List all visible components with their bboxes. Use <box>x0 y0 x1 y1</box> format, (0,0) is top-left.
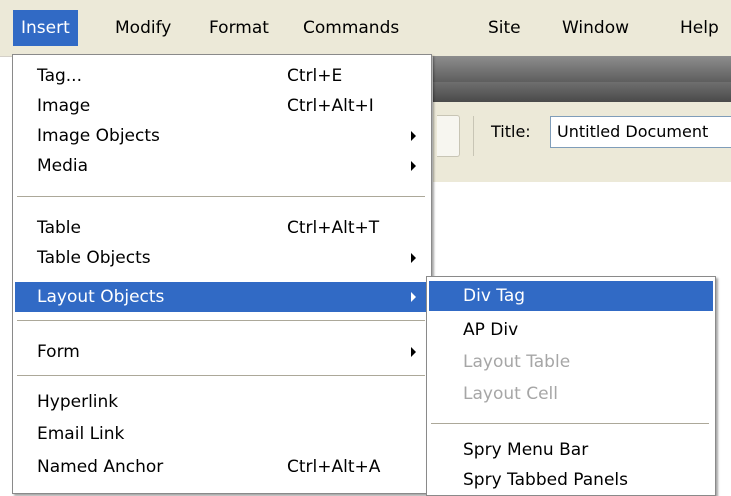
menu-item-shortcut: Ctrl+E <box>287 66 343 86</box>
menu-item-shortcut: Ctrl+Alt+I <box>287 96 374 116</box>
toolbar-view-button[interactable] <box>437 115 460 157</box>
document-area[interactable] <box>433 182 731 277</box>
submenu-item-layout-cell: Layout Cell <box>429 379 713 409</box>
submenu-item-label: Spry Menu Bar <box>463 440 589 460</box>
submenu-arrow-icon <box>411 253 416 263</box>
title-label: Title: <box>491 122 531 141</box>
menu-separator <box>17 320 425 321</box>
menu-modify[interactable]: Modify <box>107 10 179 46</box>
submenu-item-ap-div[interactable]: AP Div <box>429 315 713 345</box>
menu-item-label: Tag... <box>37 66 82 86</box>
submenu-arrow-icon <box>411 347 416 357</box>
menu-separator <box>17 375 425 376</box>
menu-item-email-link[interactable]: Email Link <box>15 419 429 449</box>
menu-item-table[interactable]: Table Ctrl+Alt+T <box>15 213 429 243</box>
menu-item-image-objects[interactable]: Image Objects <box>15 121 429 151</box>
menu-item-label: Table <box>37 218 81 238</box>
menu-bar: Insert Modify Format Commands Site Windo… <box>0 0 731 57</box>
submenu-item-spry-menu-bar[interactable]: Spry Menu Bar <box>429 435 713 465</box>
submenu-arrow-icon <box>411 292 416 302</box>
menu-insert[interactable]: Insert <box>13 10 78 46</box>
menu-item-image[interactable]: Image Ctrl+Alt+I <box>15 91 429 121</box>
menu-item-form[interactable]: Form <box>15 337 429 367</box>
menu-item-label: Email Link <box>37 424 125 444</box>
menu-separator <box>431 423 709 424</box>
toolbar-divider <box>473 116 474 156</box>
submenu-arrow-icon <box>411 131 416 141</box>
document-tab-bar <box>433 56 731 82</box>
title-input[interactable]: Untitled Document <box>550 116 731 148</box>
menu-item-label: Image Objects <box>37 126 160 146</box>
submenu-item-label: Div Tag <box>463 286 526 306</box>
menu-format[interactable]: Format <box>201 10 277 46</box>
menu-item-label: Table Objects <box>37 248 151 268</box>
menu-separator <box>17 196 425 197</box>
menu-item-shortcut: Ctrl+Alt+T <box>287 218 380 238</box>
menu-item-tag[interactable]: Tag... Ctrl+E <box>15 61 429 91</box>
menu-item-label: Layout Objects <box>37 287 165 307</box>
document-tab-strip <box>433 82 731 102</box>
insert-menu: Tag... Ctrl+E Image Ctrl+Alt+I Image Obj… <box>12 54 432 494</box>
menu-item-layout-objects[interactable]: Layout Objects <box>15 282 429 312</box>
menu-window[interactable]: Window <box>554 10 637 46</box>
menu-item-label: Media <box>37 156 89 176</box>
menu-item-label: Hyperlink <box>37 392 119 412</box>
menu-commands[interactable]: Commands <box>295 10 407 46</box>
submenu-item-label: AP Div <box>463 320 519 340</box>
menu-item-named-anchor[interactable]: Named Anchor Ctrl+Alt+A <box>15 452 429 482</box>
menu-item-label: Named Anchor <box>37 457 164 477</box>
menu-item-hyperlink[interactable]: Hyperlink <box>15 387 429 417</box>
submenu-item-spry-tabbed-panels[interactable]: Spry Tabbed Panels <box>429 465 713 495</box>
menu-item-label: Form <box>37 342 80 362</box>
menu-item-table-objects[interactable]: Table Objects <box>15 243 429 273</box>
submenu-item-label: Spry Tabbed Panels <box>463 470 628 490</box>
submenu-item-label: Layout Cell <box>463 384 558 404</box>
menu-item-media[interactable]: Media <box>15 151 429 181</box>
menu-item-label: Image <box>37 96 91 116</box>
menu-site[interactable]: Site <box>480 10 529 46</box>
menu-help[interactable]: Help <box>672 10 727 46</box>
layout-objects-submenu: Div Tag AP Div Layout Table Layout Cell … <box>426 276 716 496</box>
submenu-item-layout-table: Layout Table <box>429 347 713 377</box>
submenu-item-label: Layout Table <box>463 352 571 372</box>
menu-item-shortcut: Ctrl+Alt+A <box>287 457 381 477</box>
submenu-item-div-tag[interactable]: Div Tag <box>429 281 713 311</box>
submenu-arrow-icon <box>411 161 416 171</box>
